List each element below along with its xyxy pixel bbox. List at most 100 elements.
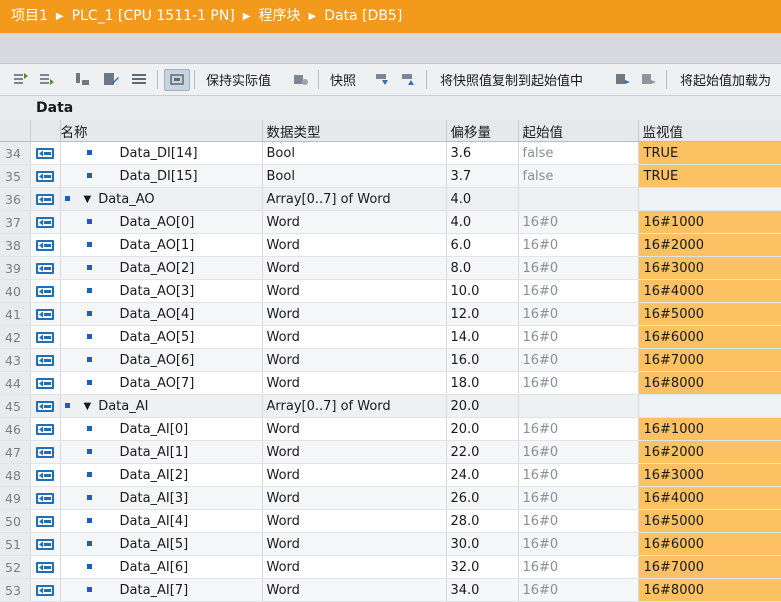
data-type-cell[interactable]: Word bbox=[262, 463, 447, 487]
start-value-cell[interactable]: 16#0 bbox=[518, 279, 639, 303]
data-type-cell[interactable]: Word bbox=[262, 371, 447, 395]
start-value-cell[interactable]: 16#0 bbox=[518, 578, 639, 602]
data-type-cell[interactable]: Word bbox=[262, 279, 447, 303]
expand-arrow-icon[interactable]: ▼ bbox=[84, 401, 92, 412]
table-row[interactable]: 52 Data_AI[6] Word 32.0 16#0 16#7000 bbox=[0, 555, 781, 579]
start-value-cell[interactable]: 16#0 bbox=[518, 325, 639, 349]
header-start-value[interactable]: 起始值 bbox=[518, 120, 639, 142]
name-cell[interactable]: ▼ Data_AO bbox=[60, 187, 263, 211]
start-value-cell[interactable]: 16#0 bbox=[518, 417, 639, 441]
start-value-cell[interactable]: 16#0 bbox=[518, 348, 639, 372]
table-row[interactable]: 42 Data_AO[5] Word 14.0 16#0 16#6000 bbox=[0, 325, 781, 349]
name-cell[interactable]: Data_AO[6] bbox=[60, 348, 263, 372]
table-row[interactable]: 34 Data_DI[14] Bool 3.6 false TRUE bbox=[0, 141, 781, 165]
add-row-icon[interactable] bbox=[38, 69, 56, 89]
load-start-icon[interactable] bbox=[400, 69, 418, 89]
start-value-cell[interactable]: 16#0 bbox=[518, 555, 639, 579]
db-save-icon[interactable] bbox=[640, 69, 658, 89]
monitor-toggle-icon[interactable] bbox=[164, 69, 190, 91]
table-row[interactable]: 35 Data_DI[15] Bool 3.7 false TRUE bbox=[0, 164, 781, 188]
name-cell[interactable]: ▼ Data_AI bbox=[60, 394, 263, 418]
name-cell[interactable]: Data_AI[7] bbox=[60, 578, 263, 602]
data-type-cell[interactable]: Word bbox=[262, 509, 447, 533]
name-cell[interactable]: Data_AO[5] bbox=[60, 325, 263, 349]
data-type-cell[interactable]: Word bbox=[262, 210, 447, 234]
name-cell[interactable]: Data_AI[0] bbox=[60, 417, 263, 441]
header-name[interactable]: 名称 bbox=[60, 120, 263, 142]
expand-all-icon[interactable] bbox=[74, 69, 92, 89]
table-row[interactable]: 44 Data_AO[7] Word 18.0 16#0 16#8000 bbox=[0, 371, 781, 395]
db-load-icon[interactable] bbox=[614, 69, 632, 89]
data-type-cell[interactable]: Bool bbox=[262, 164, 447, 188]
data-type-cell[interactable]: Word bbox=[262, 555, 447, 579]
breadcrumb-project[interactable]: 项目1 bbox=[0, 0, 48, 33]
data-type-cell[interactable]: Word bbox=[262, 325, 447, 349]
header-offset[interactable]: 偏移量 bbox=[446, 120, 519, 142]
breadcrumb-program-blocks[interactable]: 程序块 bbox=[259, 0, 301, 33]
start-value-cell[interactable]: 16#0 bbox=[518, 463, 639, 487]
name-cell[interactable]: Data_DI[15] bbox=[60, 164, 263, 188]
data-type-cell[interactable]: Word bbox=[262, 256, 447, 280]
start-value-cell[interactable] bbox=[518, 187, 639, 211]
start-value-cell[interactable]: false bbox=[518, 164, 639, 188]
table-row[interactable]: 46 Data_AI[0] Word 20.0 16#0 16#1000 bbox=[0, 417, 781, 441]
table-row[interactable]: 38 Data_AO[1] Word 6.0 16#0 16#2000 bbox=[0, 233, 781, 257]
table-row[interactable]: 36 ▼ Data_AO Array[0..7] of Word 4.0 bbox=[0, 187, 781, 211]
copy-snapshot-icon[interactable] bbox=[374, 69, 392, 89]
insert-row-icon[interactable] bbox=[12, 69, 30, 89]
data-type-cell[interactable]: Bool bbox=[262, 141, 447, 165]
start-value-cell[interactable] bbox=[518, 394, 639, 418]
table-row[interactable]: 48 Data_AI[2] Word 24.0 16#0 16#3000 bbox=[0, 463, 781, 487]
breadcrumb-db[interactable]: Data [DB5] bbox=[324, 0, 402, 33]
edit-icon[interactable] bbox=[102, 69, 120, 89]
list-view-icon[interactable] bbox=[130, 69, 148, 89]
start-value-cell[interactable]: 16#0 bbox=[518, 210, 639, 234]
load-start-as-actual-button[interactable]: 将起始值加载为 bbox=[680, 69, 771, 89]
data-type-cell[interactable]: Array[0..7] of Word bbox=[262, 394, 447, 418]
start-value-cell[interactable]: 16#0 bbox=[518, 371, 639, 395]
name-cell[interactable]: Data_AO[0] bbox=[60, 210, 263, 234]
table-row[interactable]: 47 Data_AI[1] Word 22.0 16#0 16#2000 bbox=[0, 440, 781, 464]
table-row[interactable]: 43 Data_AO[6] Word 16.0 16#0 16#7000 bbox=[0, 348, 781, 372]
table-row[interactable]: 39 Data_AO[2] Word 8.0 16#0 16#3000 bbox=[0, 256, 781, 280]
start-value-cell[interactable]: 16#0 bbox=[518, 532, 639, 556]
start-value-cell[interactable]: 16#0 bbox=[518, 509, 639, 533]
data-type-cell[interactable]: Word bbox=[262, 302, 447, 326]
keep-actual-values-button[interactable]: 保持实际值 bbox=[206, 69, 271, 89]
start-value-cell[interactable]: 16#0 bbox=[518, 256, 639, 280]
start-value-cell[interactable]: 16#0 bbox=[518, 486, 639, 510]
data-type-cell[interactable]: Word bbox=[262, 532, 447, 556]
start-value-cell[interactable]: 16#0 bbox=[518, 440, 639, 464]
name-cell[interactable]: Data_AO[4] bbox=[60, 302, 263, 326]
data-type-cell[interactable]: Word bbox=[262, 486, 447, 510]
table-row[interactable]: 45 ▼ Data_AI Array[0..7] of Word 20.0 bbox=[0, 394, 781, 418]
name-cell[interactable]: Data_AO[7] bbox=[60, 371, 263, 395]
table-row[interactable]: 41 Data_AO[4] Word 12.0 16#0 16#5000 bbox=[0, 302, 781, 326]
data-type-cell[interactable]: Word bbox=[262, 348, 447, 372]
data-type-cell[interactable]: Word bbox=[262, 233, 447, 257]
header-data-type[interactable]: 数据类型 bbox=[262, 120, 447, 142]
table-row[interactable]: 51 Data_AI[5] Word 30.0 16#0 16#6000 bbox=[0, 532, 781, 556]
snapshot-icon[interactable] bbox=[292, 69, 310, 89]
data-type-cell[interactable]: Array[0..7] of Word bbox=[262, 187, 447, 211]
start-value-cell[interactable]: false bbox=[518, 141, 639, 165]
start-value-cell[interactable]: 16#0 bbox=[518, 233, 639, 257]
name-cell[interactable]: Data_DI[14] bbox=[60, 141, 263, 165]
snapshot-button[interactable]: 快照 bbox=[330, 69, 356, 89]
table-row[interactable]: 49 Data_AI[3] Word 26.0 16#0 16#4000 bbox=[0, 486, 781, 510]
header-monitor-value[interactable]: 监视值 bbox=[638, 120, 781, 142]
data-type-cell[interactable]: Word bbox=[262, 417, 447, 441]
table-row[interactable]: 40 Data_AO[3] Word 10.0 16#0 16#4000 bbox=[0, 279, 781, 303]
expand-arrow-icon[interactable]: ▼ bbox=[84, 194, 92, 205]
table-row[interactable]: 50 Data_AI[4] Word 28.0 16#0 16#5000 bbox=[0, 509, 781, 533]
name-cell[interactable]: Data_AI[2] bbox=[60, 463, 263, 487]
name-cell[interactable]: Data_AI[1] bbox=[60, 440, 263, 464]
breadcrumb-plc[interactable]: PLC_1 [CPU 1511-1 PN] bbox=[72, 0, 235, 33]
data-type-cell[interactable]: Word bbox=[262, 440, 447, 464]
name-cell[interactable]: Data_AI[3] bbox=[60, 486, 263, 510]
data-type-cell[interactable]: Word bbox=[262, 578, 447, 602]
name-cell[interactable]: Data_AI[6] bbox=[60, 555, 263, 579]
table-row[interactable]: 53 Data_AI[7] Word 34.0 16#0 16#8000 bbox=[0, 578, 781, 602]
name-cell[interactable]: Data_AO[3] bbox=[60, 279, 263, 303]
name-cell[interactable]: Data_AO[2] bbox=[60, 256, 263, 280]
